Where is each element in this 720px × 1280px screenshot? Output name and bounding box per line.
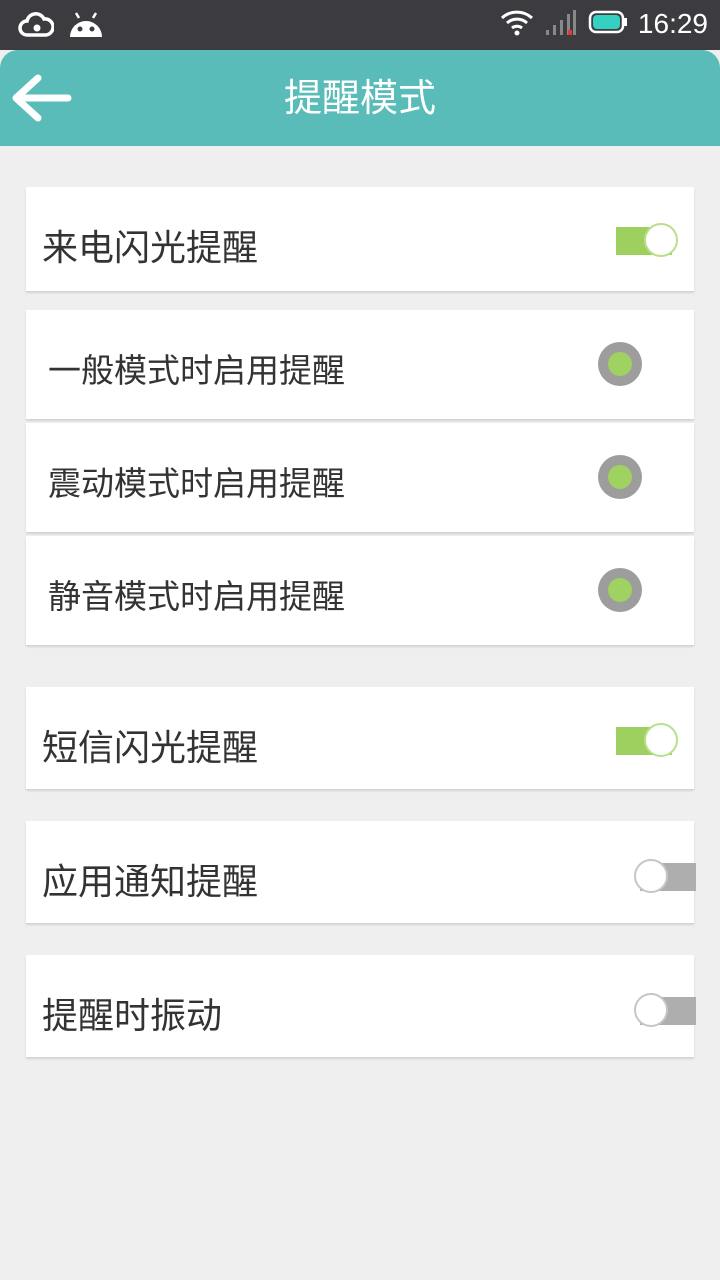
mode-silent-label: 静音模式时启用提醒 [48, 577, 345, 616]
status-bar: 16:29 [0, 0, 720, 50]
status-time: 16:29 [637, 8, 708, 39]
vibrate-label: 提醒时振动 [42, 996, 223, 1037]
wifi-icon [500, 8, 534, 40]
mode-normal-label: 一般模式时启用提醒 [48, 351, 345, 390]
sms-flash-toggle[interactable] [614, 723, 678, 759]
mode-silent-radio[interactable] [598, 568, 642, 612]
vibrate-toggle[interactable] [634, 993, 698, 1029]
call-flash-toggle[interactable] [614, 223, 678, 259]
app-notify-card: 应用通知提醒 [26, 821, 696, 923]
mode-row-vibrate[interactable]: 震动模式时启用提醒 [26, 423, 694, 532]
vibrate-card: 提醒时振动 [26, 955, 696, 1057]
battery-icon [588, 9, 628, 39]
sms-flash-card: 短信闪光提醒 [26, 687, 694, 789]
mode-row-silent[interactable]: 静音模式时启用提醒 [26, 536, 694, 645]
call-flash-label: 来电闪光提醒 [42, 228, 259, 269]
mode-vibrate-radio[interactable] [598, 455, 642, 499]
app-notify-label: 应用通知提醒 [42, 862, 259, 903]
call-flash-card: 来电闪光提醒 [26, 187, 694, 291]
mode-vibrate-label: 震动模式时启用提醒 [48, 464, 345, 503]
cloud-icon [18, 12, 55, 42]
mode-row-normal[interactable]: 一般模式时启用提醒 [26, 310, 694, 419]
app-header: 提醒模式 [0, 50, 720, 146]
page-title: 提醒模式 [283, 76, 436, 120]
signal-icon [544, 8, 578, 40]
sms-flash-label: 短信闪光提醒 [42, 728, 259, 769]
android-icon [68, 11, 104, 43]
app-notify-toggle[interactable] [634, 859, 698, 895]
mode-normal-radio[interactable] [598, 342, 642, 386]
